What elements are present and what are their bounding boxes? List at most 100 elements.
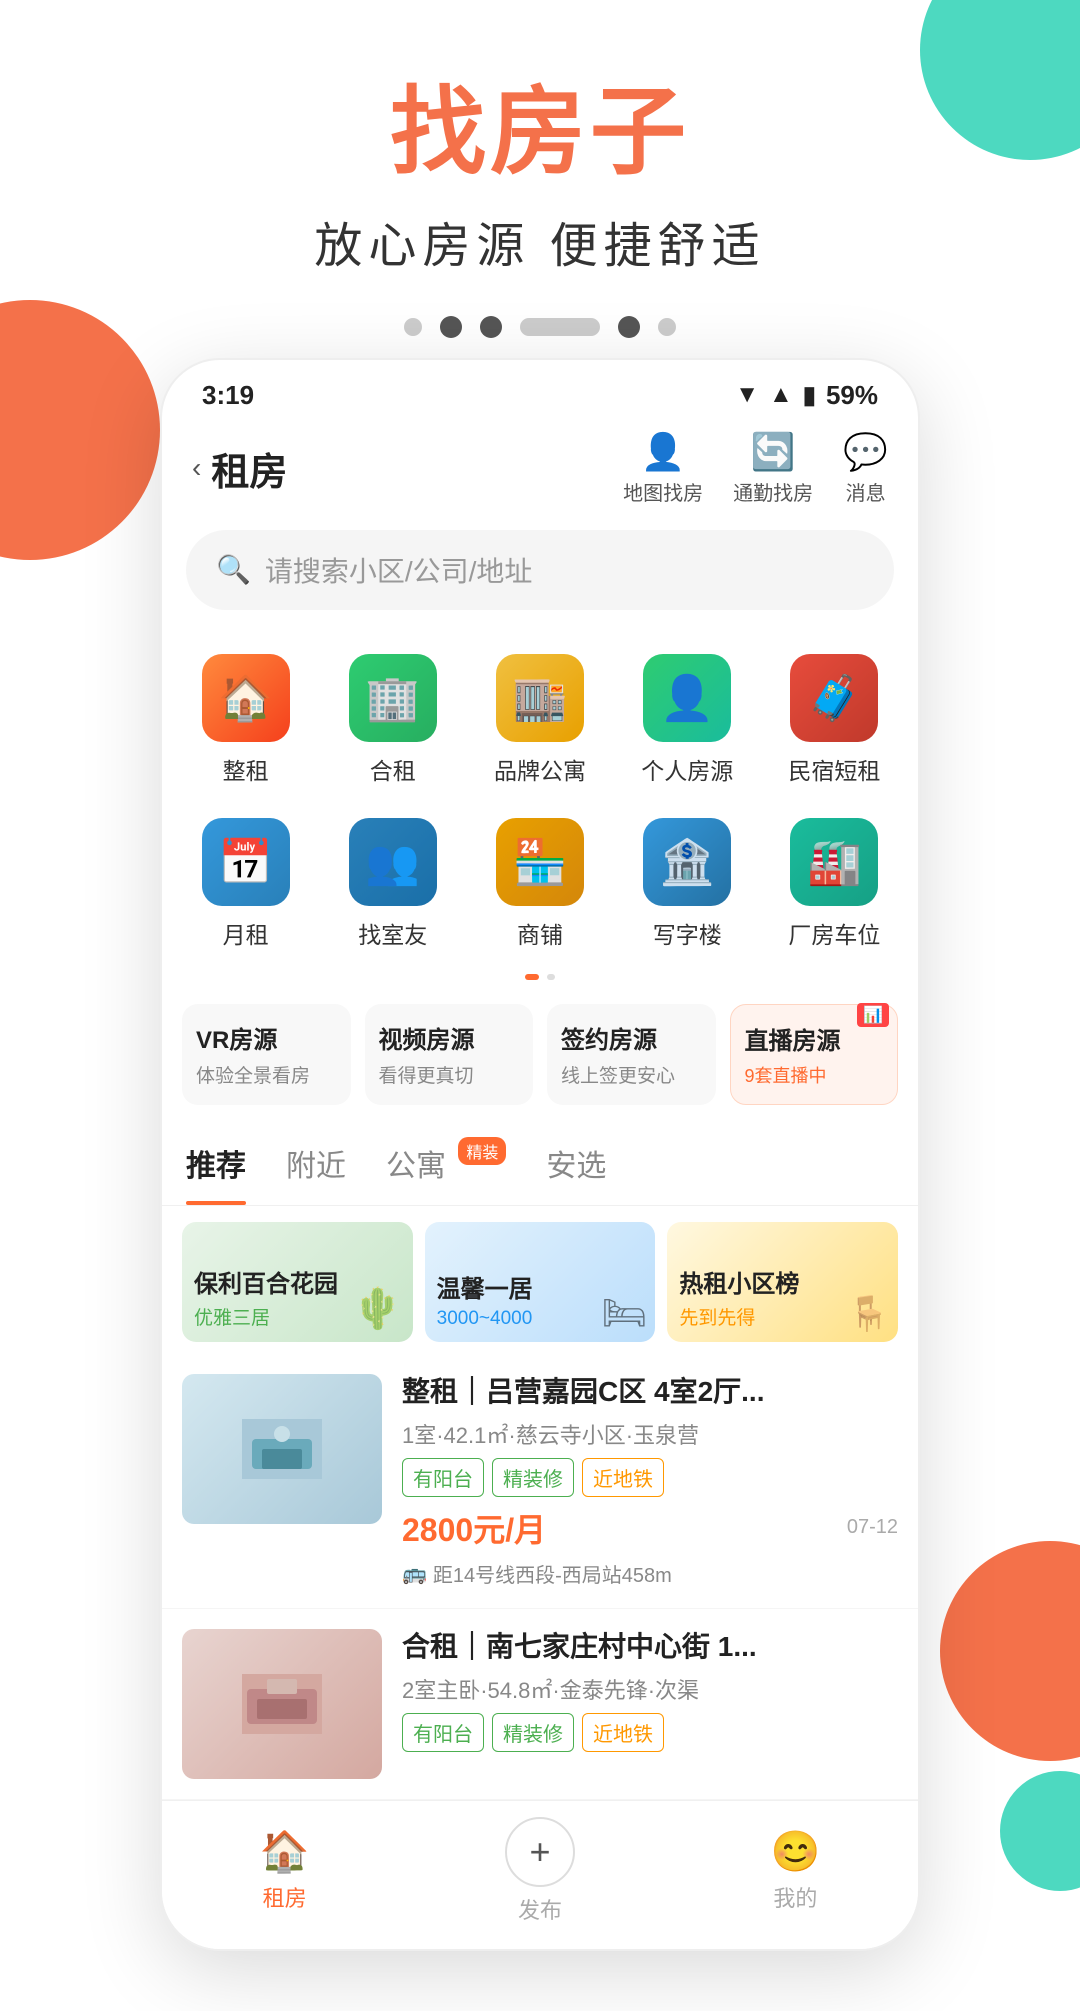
feature-sign[interactable]: 签约房源 线上签更安心 (547, 1004, 716, 1105)
commute-label: 通勤找房 (733, 477, 813, 506)
listing-img-placeholder-2 (182, 1629, 382, 1779)
listing-item-1[interactable]: 整租｜吕营嘉园C区 4室2厅... 1室·42.1㎡·慈云寺小区·玉泉营 有阳台… (162, 1354, 918, 1609)
nav-left: ‹ 租房 (192, 441, 287, 496)
tab-mine[interactable]: 😊 我的 (770, 1828, 820, 1913)
status-bar: 3:19 ▼ ▲ ▮ 59% (162, 360, 918, 421)
wifi-icon: ▼ (735, 381, 759, 409)
category-pinpai[interactable]: 🏬 品牌公寓 (466, 640, 613, 804)
search-bar[interactable]: 🔍 请搜索小区/公司/地址 (186, 530, 894, 610)
nav-bar: ‹ 租房 👤 地图找房 🔄 通勤找房 💬 消息 (162, 421, 918, 522)
feature-sign-desc: 线上签更安心 (561, 1061, 702, 1088)
grid-pagination (162, 974, 918, 980)
hero-subtitle: 放心房源 便捷舒适 (0, 206, 1080, 276)
tag-metro-1: 近地铁 (582, 1458, 664, 1497)
add-icon[interactable]: + (505, 1817, 575, 1887)
feature-video[interactable]: 视频房源 看得更真切 (365, 1004, 534, 1105)
back-button[interactable]: ‹ (192, 452, 201, 484)
deco-bed: 🛏 (602, 1292, 648, 1334)
map-search-button[interactable]: 👤 地图找房 (623, 431, 703, 506)
feature-video-desc: 看得更真切 (379, 1061, 520, 1088)
listing-price-row-1: 2800元/月 07-12 (402, 1505, 898, 1551)
xiezi-icon: 🏦 (643, 818, 731, 906)
live-badge: 📊 (857, 1003, 889, 1027)
category-zhengzu[interactable]: 🏠 整租 (172, 640, 319, 804)
message-button[interactable]: 💬 消息 (843, 431, 888, 506)
tab-apartment[interactable]: 公寓 精装 (386, 1141, 506, 1195)
tag-balcony-1: 有阳台 (402, 1458, 484, 1497)
live-count: 9套直播中 (745, 1062, 884, 1088)
shiyou-label: 找室友 (358, 916, 427, 950)
dot-6 (658, 318, 676, 336)
message-icon: 💬 (843, 431, 888, 473)
dot-1 (404, 318, 422, 336)
promo-card-2[interactable]: 温馨一居 3000~4000 🛏 (425, 1222, 656, 1342)
phone-mockup: 3:19 ▼ ▲ ▮ 59% ‹ 租房 👤 地图找房 🔄 通勤找 (160, 358, 920, 1951)
promo-card-1[interactable]: 保利百合花园 优雅三居 🌵 (182, 1222, 413, 1342)
feature-vr-desc: 体验全景看房 (196, 1061, 337, 1088)
status-time: 3:19 (202, 380, 254, 411)
listing-title-1: 整租｜吕营嘉园C区 4室2厅... (402, 1374, 898, 1410)
category-xiezi[interactable]: 🏦 写字楼 (614, 804, 761, 968)
promo-card-3[interactable]: 热租小区榜 先到先得 🪑 (667, 1222, 898, 1342)
message-label: 消息 (846, 477, 886, 506)
geren-label: 个人房源 (641, 752, 733, 786)
tag-decorated-2: 精装修 (492, 1713, 574, 1752)
dot-3 (480, 316, 502, 338)
grid-dot-active (525, 974, 539, 980)
tag-decorated-1: 精装修 (492, 1458, 574, 1497)
category-hezi[interactable]: 🏢 合租 (319, 640, 466, 804)
category-changfang[interactable]: 🏭 厂房车位 (761, 804, 908, 968)
listing-detail-2: 2室主卧·54.8㎡·金泰先锋·次渠 (402, 1673, 898, 1705)
changfang-label: 厂房车位 (788, 916, 880, 950)
category-minsu[interactable]: 🧳 民宿短租 (761, 640, 908, 804)
tag-balcony-2: 有阳台 (402, 1713, 484, 1752)
tab-apartment-label: 公寓 (386, 1150, 446, 1183)
nav-right: 👤 地图找房 🔄 通勤找房 💬 消息 (623, 431, 888, 506)
dot-5 (618, 316, 640, 338)
home-tab-label: 租房 (263, 1881, 307, 1913)
tab-select[interactable]: 安选 (546, 1141, 606, 1195)
signal-icon: ▲ (769, 381, 793, 409)
publish-tab-label: 发布 (518, 1893, 562, 1925)
search-icon: 🔍 (216, 553, 251, 586)
listing-info-1: 整租｜吕营嘉园C区 4室2厅... 1室·42.1㎡·慈云寺小区·玉泉营 有阳台… (402, 1374, 898, 1588)
dot-2 (440, 316, 462, 338)
category-yuezi[interactable]: 📅 月租 (172, 804, 319, 968)
zhengzu-icon: 🏠 (202, 654, 290, 742)
listing-tags-2: 有阳台 精装修 近地铁 (402, 1713, 898, 1752)
listing-img-2 (182, 1629, 382, 1779)
tabs-row: 推荐 附近 公寓 精装 安选 (162, 1125, 918, 1206)
feature-sign-title: 签约房源 (561, 1020, 702, 1055)
profile-icon: 😊 (770, 1828, 820, 1875)
tab-home[interactable]: 🏠 租房 (260, 1828, 310, 1913)
listing-tags-1: 有阳台 精装修 近地铁 (402, 1458, 898, 1497)
shiyou-icon: 👥 (349, 818, 437, 906)
listing-item-2[interactable]: 合租｜南七家庄村中心街 1... 2室主卧·54.8㎡·金泰先锋·次渠 有阳台 … (162, 1609, 918, 1800)
category-shiyou[interactable]: 👥 找室友 (319, 804, 466, 968)
tab-nearby[interactable]: 附近 (286, 1141, 346, 1195)
feature-vr[interactable]: VR房源 体验全景看房 (182, 1004, 351, 1105)
mine-tab-label: 我的 (773, 1881, 817, 1913)
status-right: ▼ ▲ ▮ 59% (735, 380, 878, 411)
geren-icon: 👤 (643, 654, 731, 742)
tab-recommend[interactable]: 推荐 (186, 1141, 246, 1195)
dot-4 (520, 318, 600, 336)
home-icon: 🏠 (260, 1828, 310, 1875)
feature-live[interactable]: 📊 直播房源 9套直播中 (730, 1004, 899, 1105)
bus-icon: 🚌 (402, 1561, 427, 1586)
tab-apartment-badge: 精装 (458, 1137, 506, 1165)
listing-title-2: 合租｜南七家庄村中心街 1... (402, 1629, 898, 1665)
category-grid: 🏠 整租 🏢 合租 🏬 品牌公寓 👤 个人房源 🧳 民宿短租 📅 (162, 630, 918, 968)
commute-search-button[interactable]: 🔄 通勤找房 (733, 431, 813, 506)
tab-recommend-label: 推荐 (186, 1150, 246, 1183)
listing-date-1: 07-12 (847, 1516, 898, 1539)
promo-row: 保利百合花园 优雅三居 🌵 温馨一居 3000~4000 🛏 热租小区榜 先到先… (162, 1206, 918, 1354)
category-shangpu[interactable]: 🏪 商铺 (466, 804, 613, 968)
tab-publish[interactable]: + 发布 (505, 1817, 575, 1925)
listing-price-1: 2800元/月 (402, 1505, 546, 1551)
nav-title: 租房 (211, 441, 287, 496)
shangpu-label: 商铺 (517, 916, 563, 950)
category-geren[interactable]: 👤 个人房源 (614, 640, 761, 804)
xiezi-label: 写字楼 (653, 916, 722, 950)
hero-title: 找房子 (0, 80, 1080, 186)
